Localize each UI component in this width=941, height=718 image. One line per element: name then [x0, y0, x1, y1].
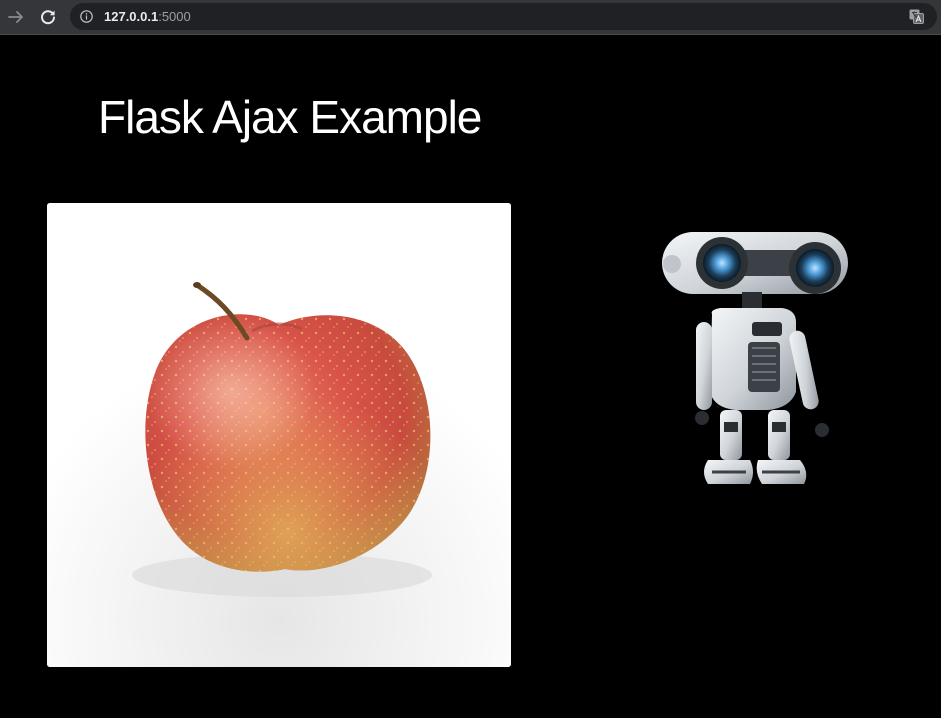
- arrow-forward-icon: [8, 11, 23, 23]
- url-host: 127.0.0.1: [104, 9, 159, 24]
- robot-icon: [662, 232, 848, 484]
- url-port: :5000: [158, 9, 191, 24]
- reload-button[interactable]: [36, 5, 60, 29]
- info-icon[interactable]: [80, 10, 93, 23]
- address-bar[interactable]: 127.0.0.1:5000: [70, 3, 937, 30]
- forward-button[interactable]: [4, 5, 28, 29]
- url-text[interactable]: 127.0.0.1:5000: [104, 3, 191, 30]
- apple-icon: [47, 203, 511, 667]
- reload-icon: [41, 10, 55, 25]
- page-title: Flask Ajax Example: [98, 91, 482, 143]
- browser-toolbar: 127.0.0.1:5000: [0, 0, 941, 35]
- robot-image: [650, 222, 860, 492]
- apple-image: [47, 203, 511, 667]
- translate-icon[interactable]: [909, 9, 924, 24]
